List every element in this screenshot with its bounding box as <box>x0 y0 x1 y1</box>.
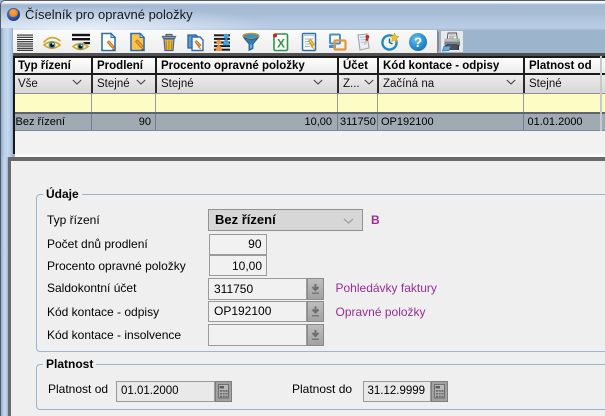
svg-text:X: X <box>277 37 285 51</box>
svg-text:?: ? <box>414 35 422 50</box>
